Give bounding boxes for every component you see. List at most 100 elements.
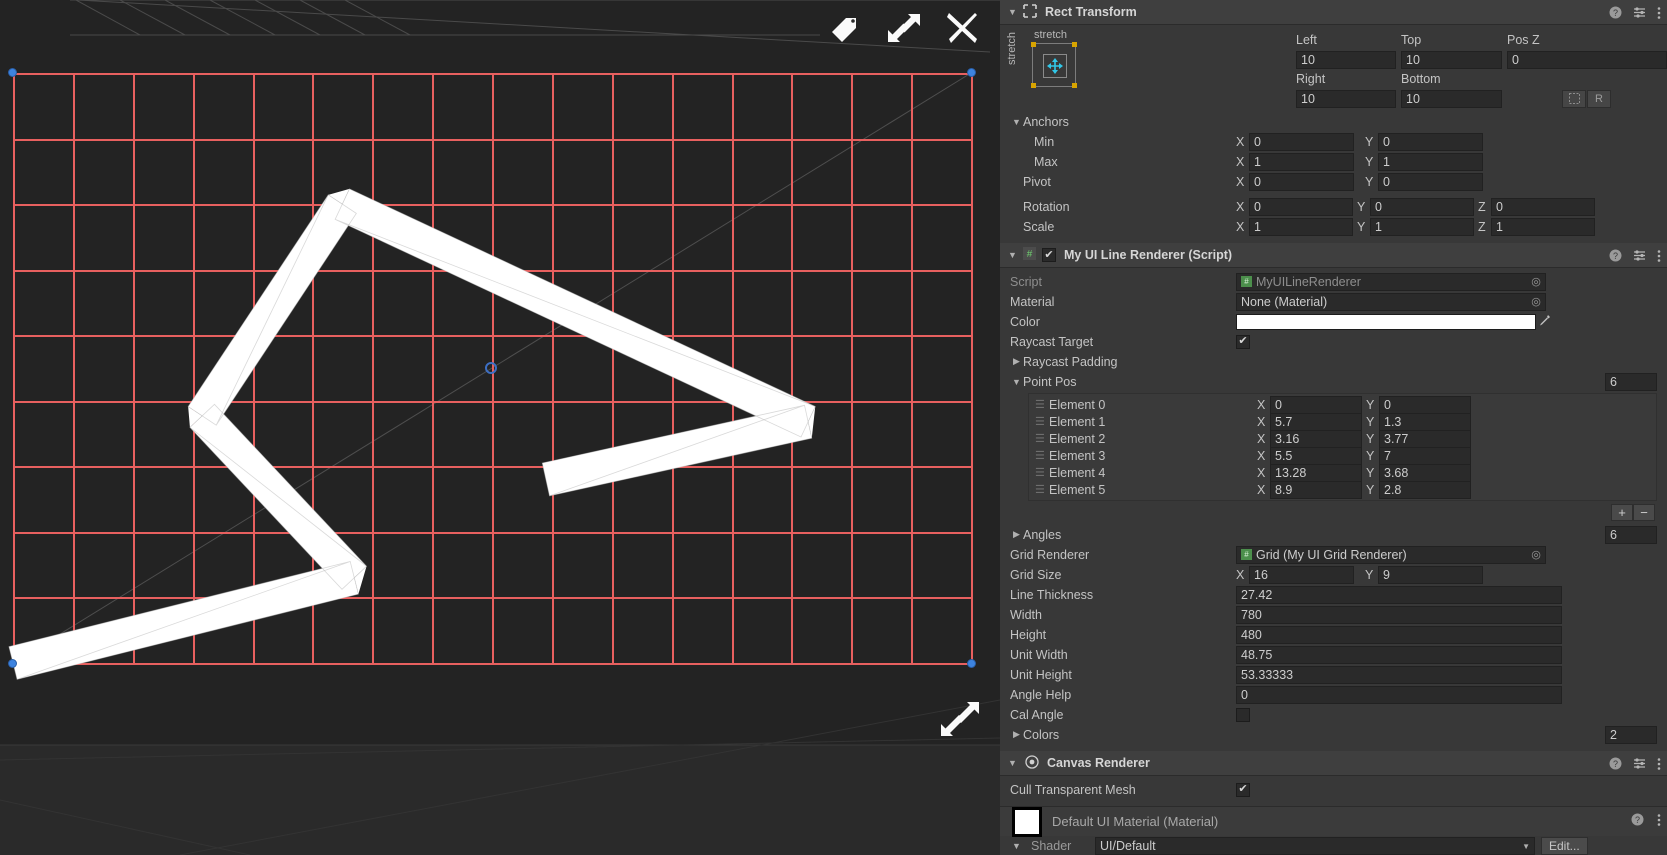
foldout-material[interactable]: ▼ <box>1010 841 1023 851</box>
drag-handle-icon[interactable]: ☰ <box>1035 484 1049 495</box>
drag-handle-icon[interactable]: ☰ <box>1035 450 1049 461</box>
help-icon[interactable]: ? <box>1631 813 1644 826</box>
pivot-y[interactable]: 0 <box>1378 172 1483 191</box>
anchor-min-x[interactable]: 0 <box>1249 132 1354 151</box>
shader-edit-button[interactable]: Edit... <box>1541 837 1588 855</box>
grid-size-y[interactable]: 9 <box>1378 565 1483 584</box>
component-header-rect-transform[interactable]: ▼ Rect Transform ? <box>1000 0 1667 25</box>
drag-handle-icon[interactable]: ☰ <box>1035 433 1049 444</box>
foldout-raycast-padding[interactable]: ▶ <box>1010 356 1023 367</box>
ui-grid-canvas[interactable] <box>8 68 976 680</box>
preset-icon[interactable] <box>1633 757 1646 770</box>
rect-handle-top-right[interactable] <box>967 68 976 77</box>
rect-handle-top-left[interactable] <box>8 68 17 77</box>
scale-z[interactable]: 1 <box>1491 217 1595 236</box>
point-pos-element-row[interactable]: ☰ Element 1 X 5.7 Y 1.3 <box>1029 412 1656 431</box>
top-field[interactable]: 10 <box>1401 50 1502 69</box>
colors-size-field[interactable]: 2 <box>1605 725 1657 744</box>
rect-handle-bottom-left[interactable] <box>8 659 17 668</box>
shader-dropdown[interactable]: UI/Default ▼ <box>1095 837 1535 855</box>
element-y-field[interactable]: 3.77 <box>1379 429 1471 448</box>
height-field[interactable]: 480 <box>1236 625 1562 644</box>
cull-transparent-mesh-checkbox[interactable] <box>1236 782 1250 797</box>
kebab-menu-icon[interactable] <box>1657 249 1661 263</box>
array-add-button[interactable]: + <box>1611 504 1633 521</box>
scale-x[interactable]: 1 <box>1249 217 1353 236</box>
point-pos-element-row[interactable]: ☰ Element 5 X 8.9 Y 2.8 <box>1029 480 1656 499</box>
foldout-colors[interactable]: ▶ <box>1010 729 1023 740</box>
width-field[interactable]: 780 <box>1236 605 1562 624</box>
help-icon[interactable]: ? <box>1609 6 1622 19</box>
left-field[interactable]: 10 <box>1296 50 1396 69</box>
drag-handle-icon[interactable]: ☰ <box>1035 416 1049 427</box>
foldout-line-renderer[interactable]: ▼ <box>1006 250 1019 260</box>
object-picker-icon[interactable]: ◎ <box>1529 548 1543 561</box>
object-picker-icon[interactable]: ◎ <box>1529 295 1543 308</box>
help-icon[interactable]: ? <box>1609 757 1622 770</box>
anchor-min-y[interactable]: 0 <box>1378 132 1483 151</box>
element-y-field[interactable]: 7 <box>1379 446 1471 465</box>
anchor-preset-widget[interactable]: stretch stretch <box>1006 29 1077 89</box>
anchor-max-y[interactable]: 1 <box>1378 152 1483 171</box>
kebab-menu-icon[interactable] <box>1657 813 1661 827</box>
drag-handle-icon[interactable]: ☰ <box>1035 399 1049 410</box>
element-y-field[interactable]: 1.3 <box>1379 412 1471 431</box>
preset-icon[interactable] <box>1633 6 1646 19</box>
foldout-angles[interactable]: ▶ <box>1010 529 1023 540</box>
resize-diagonal-icon[interactable] <box>936 695 984 743</box>
element-y-field[interactable]: 2.8 <box>1379 480 1471 499</box>
point-pos-element-row[interactable]: ☰ Element 4 X 13.28 Y 3.68 <box>1029 463 1656 482</box>
rotation-z[interactable]: 0 <box>1491 197 1595 216</box>
raw-edit-mode-button[interactable]: R <box>1587 89 1611 108</box>
component-enabled-checkbox[interactable] <box>1042 248 1056 262</box>
cal-angle-checkbox[interactable] <box>1236 707 1250 722</box>
rotation-x[interactable]: 0 <box>1249 197 1353 216</box>
foldout-rect-transform[interactable]: ▼ <box>1006 7 1019 17</box>
angles-size-field[interactable]: 6 <box>1605 525 1657 544</box>
scene-toolbar[interactable] <box>822 2 986 54</box>
color-swatch-field[interactable] <box>1236 313 1536 330</box>
rect-handle-bottom-right[interactable] <box>967 659 976 668</box>
drag-handle-icon[interactable]: ☰ <box>1035 467 1049 478</box>
foldout-anchors[interactable]: ▼ <box>1010 117 1023 127</box>
pivot-x[interactable]: 0 <box>1249 172 1354 191</box>
element-x-field[interactable]: 0 <box>1270 395 1362 414</box>
component-header-canvas-renderer[interactable]: ▼ Canvas Renderer ? <box>1000 751 1667 776</box>
element-x-field[interactable]: 8.9 <box>1270 480 1362 499</box>
pivot-handle[interactable] <box>485 362 497 374</box>
scene-view[interactable] <box>0 0 1000 855</box>
material-field[interactable]: None (Material) ◎ <box>1236 292 1546 311</box>
unit-height-field[interactable]: 53.33333 <box>1236 665 1562 684</box>
raycast-target-checkbox[interactable] <box>1236 334 1250 349</box>
point-pos-element-row[interactable]: ☰ Element 0X0Y0 <box>1029 395 1656 414</box>
eyedropper-icon[interactable] <box>1536 314 1552 330</box>
element-x-field[interactable]: 5.7 <box>1270 412 1362 431</box>
expand-diagonal-icon[interactable] <box>880 4 928 52</box>
angle-help-field[interactable]: 0 <box>1236 685 1562 704</box>
array-remove-button[interactable]: − <box>1633 504 1655 521</box>
point-pos-size-field[interactable]: 6 <box>1605 372 1657 391</box>
unit-width-field[interactable]: 48.75 <box>1236 645 1562 664</box>
element-x-field[interactable]: 3.16 <box>1270 429 1362 448</box>
anchor-max-x[interactable]: 1 <box>1249 152 1354 171</box>
element-y-field[interactable]: 0 <box>1379 395 1471 414</box>
posz-field[interactable]: 0 <box>1507 50 1667 69</box>
bottom-field[interactable]: 10 <box>1401 89 1502 108</box>
element-x-field[interactable]: 5.5 <box>1270 446 1362 465</box>
point-pos-element-row[interactable]: ☰ Element 2 X 3.16 Y 3.77 <box>1029 429 1656 448</box>
material-header[interactable]: Default UI Material (Material) ? <box>1000 806 1667 837</box>
preset-icon[interactable] <box>1633 249 1646 262</box>
component-header-line-renderer[interactable]: ▼ # My UI Line Renderer (Script) ? <box>1000 243 1667 268</box>
scale-y[interactable]: 1 <box>1370 217 1474 236</box>
element-y-field[interactable]: 3.68 <box>1379 463 1471 482</box>
help-icon[interactable]: ? <box>1609 249 1622 262</box>
rotation-y[interactable]: 0 <box>1370 197 1474 216</box>
point-pos-element-row[interactable]: ☰ Element 3 X 5.5 Y 7 <box>1029 446 1656 465</box>
inspector-panel[interactable]: ▼ Rect Transform ? stretch stretch Left … <box>1000 0 1667 855</box>
tag-icon[interactable] <box>822 4 870 52</box>
line-thickness-field[interactable]: 27.42 <box>1236 585 1562 604</box>
blueprint-mode-button[interactable] <box>1562 89 1586 108</box>
kebab-menu-icon[interactable] <box>1657 6 1661 20</box>
array-size-buttons[interactable]: + − <box>1000 501 1667 521</box>
element-x-field[interactable]: 13.28 <box>1270 463 1362 482</box>
